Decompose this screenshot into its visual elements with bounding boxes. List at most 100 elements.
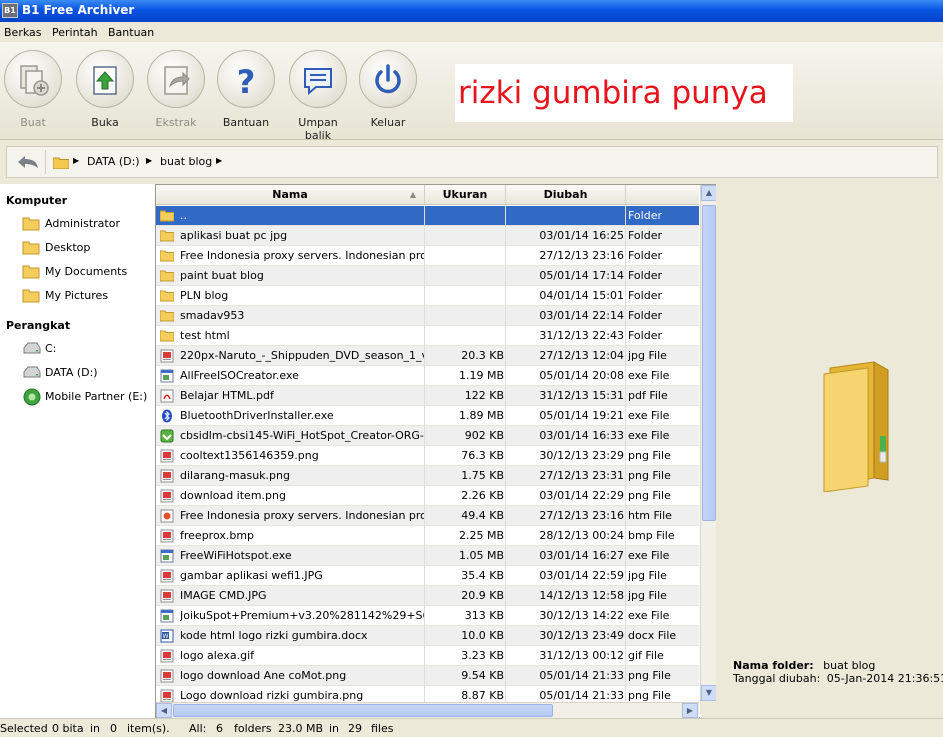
sidebar-item-label: Administrator [45,217,120,230]
column-line [505,626,506,646]
file-row[interactable]: FreeWiFiHotspot.exe 1.05 MB 03/01/14 16:27… [156,546,699,566]
file-type: Folder [628,329,662,342]
open-archive-icon [76,50,134,108]
column-size[interactable]: Ukuran [425,185,506,205]
column-type[interactable] [626,185,699,205]
file-row[interactable]: JoikuSpot+Premium+v3.20%281142%29+S60v3.… [156,606,699,626]
sidebar-item-label: DATA (D:) [45,366,98,379]
menu-berkas[interactable]: Berkas [4,26,42,39]
horizontal-scroll-thumb[interactable] [173,704,553,717]
menu-bantuan[interactable]: Bantuan [108,26,154,39]
column-line [625,386,626,406]
column-line [625,526,626,546]
file-type: Folder [628,249,662,262]
column-line [424,626,425,646]
scroll-left-icon[interactable]: ◀ [156,703,172,718]
file-size: 1.05 MB [458,549,504,562]
column-line [505,546,506,566]
file-row[interactable]: cbsidlm-cbsi145-WiFi_HotSpot_Creator-ORG… [156,426,699,446]
folder-row[interactable]: aplikasi buat pc jpg 03/01/14 16:25 Folder [156,226,699,246]
file-row[interactable]: Logo download rizki gumbira.png 8.87 KB 05… [156,686,699,703]
menu-perintah[interactable]: Perintah [52,26,98,39]
vertical-scroll-thumb[interactable] [702,205,716,521]
folder-row[interactable]: paint buat blog 05/01/14 17:14 Folder [156,266,699,286]
file-date: 04/01/14 15:01 [539,289,624,302]
file-row[interactable]: BluetoothDriverInstaller.exe 1.89 MB 05/01… [156,406,699,426]
column-line [505,386,506,406]
folder-row[interactable]: smadav953 03/01/14 22:14 Folder [156,306,699,326]
folder-row[interactable]: .. Folder [156,206,699,226]
scroll-up-icon[interactable]: ▲ [701,185,717,201]
open-archive-button[interactable]: Buka [72,50,138,138]
file-row[interactable]: dilarang-masuk.png 1.75 KB 27/12/13 23:31 p… [156,466,699,486]
file-size: 20.9 KB [461,589,504,602]
help-icon: ? [217,50,275,108]
file-row[interactable]: gambar aplikasi wefi1.JPG 35.4 KB 03/01/14… [156,566,699,586]
column-line [625,426,626,446]
horizontal-scrollbar[interactable]: ◀ ▶ [156,702,699,718]
file-row[interactable]: logo download Ane coMot.png 9.54 KB 05/01/… [156,666,699,686]
extract-button[interactable]: Ekstrak [143,50,209,138]
file-row[interactable]: freeprox.bmp 2.25 MB 28/12/13 00:24 bmp Fil… [156,526,699,546]
drive-icon [22,364,42,383]
column-line [625,406,626,426]
file-list: Nama ▲ Ukuran Diubah .. Folder aplikasi bu… [155,184,717,718]
column-line [424,666,425,686]
column-modified[interactable]: Diubah [506,185,626,205]
exit-button[interactable]: Keluar [355,50,421,138]
file-name: aplikasi buat pc jpg [180,229,288,242]
column-name-label: Nama [272,188,308,201]
column-line [424,406,425,426]
file-row[interactable]: Wkode html logo rizki gumbira.docx 10.0 K… [156,626,699,646]
new-archive-button[interactable]: Buat [0,50,66,138]
scroll-right-icon[interactable]: ▶ [682,703,698,718]
column-line [505,286,506,306]
file-name: logo download Ane coMot.png [180,669,347,682]
feedback-button[interactable]: Umpan balik [285,50,351,142]
file-row[interactable]: Belajar HTML.pdf 122 KB 31/12/13 15:31 pdf … [156,386,699,406]
file-name: PLN blog [180,289,229,302]
file-row[interactable]: AllFreeISOCreator.exe 1.19 MB 05/01/14 20:… [156,366,699,386]
scroll-down-icon[interactable]: ▼ [701,685,717,701]
docx-file-icon: W [160,629,174,643]
scroll-corner [700,702,716,718]
file-date: 30/12/13 23:49 [539,629,624,642]
image-file-icon [160,589,174,603]
folder-row[interactable]: Free Indonesia proxy servers. Indonesian… [156,246,699,266]
address-separator [45,150,46,174]
column-line [505,206,506,226]
image-file-icon [160,449,174,463]
file-row[interactable]: IMAGE CMD.JPG 20.9 KB 14/12/13 12:58 jpg Fi… [156,586,699,606]
file-row[interactable]: 220px-Naruto_-_Shippuden_DVD_season_1_vo… [156,346,699,366]
file-size: 3.23 KB [461,649,504,662]
file-name: .. [180,209,187,222]
file-row[interactable]: logo alexa.gif 3.23 KB 31/12/13 00:12 gif F… [156,646,699,666]
file-row[interactable]: download item.png 2.26 KB 03/01/14 22:29 pn… [156,486,699,506]
column-name[interactable]: Nama ▲ [156,185,425,205]
column-line [505,406,506,426]
folder-row[interactable]: PLN blog 04/01/14 15:01 Folder [156,286,699,306]
breadcrumb-drive[interactable]: DATA (D:) [87,155,140,168]
breadcrumb-folder[interactable]: buat blog [160,155,212,168]
window-title: B1 Free Archiver [22,3,135,17]
back-arrow-icon[interactable] [17,155,39,172]
file-type: pdf File [628,389,668,402]
help-button[interactable]: ? Bantuan [213,50,279,138]
column-line [505,666,506,686]
svg-text:W: W [163,633,169,640]
folder-row[interactable]: test html 31/12/13 22:43 Folder [156,326,699,346]
file-row[interactable]: Free Indonesia proxy servers. Indonesian… [156,506,699,526]
file-date: 27/12/13 23:16 [539,509,624,522]
column-line [625,626,626,646]
file-row[interactable]: cooltext1356146359.png 76.3 KB 30/12/13 23… [156,446,699,466]
sidebar-item-label: C: [45,342,57,355]
file-name: freeprox.bmp [180,529,255,542]
column-line [505,326,506,346]
column-line [505,426,506,446]
vertical-scrollbar[interactable]: ▲ ▼ [700,185,717,703]
status-files-label: files [371,722,394,735]
file-date: 27/12/13 23:16 [539,249,624,262]
folder-name-label: Nama folder: [733,659,814,672]
column-header: Nama ▲ Ukuran Diubah [156,185,699,205]
column-line [424,246,425,266]
